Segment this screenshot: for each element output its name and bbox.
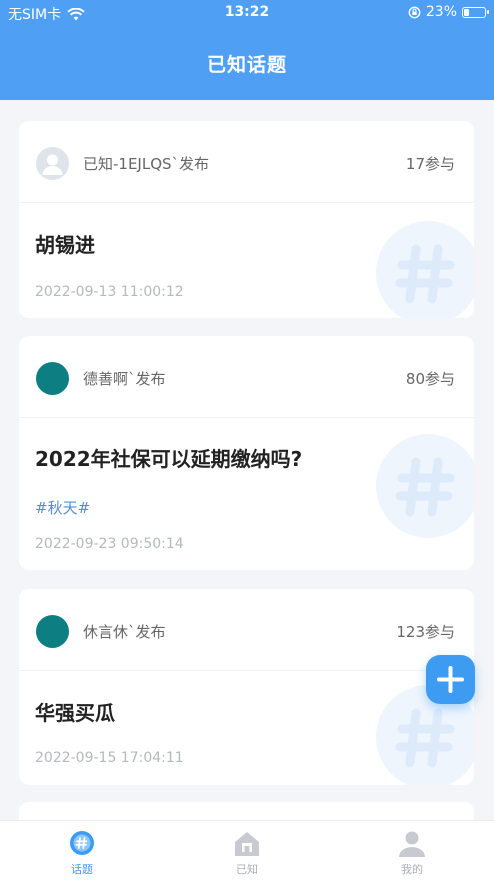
battery-percent: 23% [425, 4, 457, 20]
user-icon [399, 831, 425, 857]
tab-known[interactable]: 已知 [165, 821, 329, 880]
bottom-tab-bar: 话题 已知 我的 [0, 820, 494, 880]
tab-topics[interactable]: 话题 [0, 821, 164, 880]
tab-label: 已知 [236, 863, 258, 876]
battery-icon [462, 6, 489, 18]
topic-date: 2022-09-23 09:50:14 [35, 536, 184, 552]
participant-count: 123参与 [396, 623, 455, 641]
app-header: 无SIM卡 13:22 23% 已知话题 [0, 0, 494, 100]
participant-count: 17参与 [405, 155, 455, 173]
status-bar: 无SIM卡 13:22 23% [0, 0, 494, 26]
topic-hash-icon [70, 831, 94, 855]
add-topic-button[interactable] [426, 655, 475, 704]
avatar [36, 615, 69, 648]
topic-title[interactable]: 2022年社保可以延期缴纳吗? [35, 443, 302, 472]
topic-card[interactable]: 休言休`发布 123参与 华强买瓜 2022-09-15 17:04:11 [19, 589, 474, 785]
topic-date: 2022-09-15 17:04:11 [35, 750, 184, 766]
home-icon [235, 832, 259, 856]
topic-author: 休言休`发布 [83, 623, 166, 641]
topic-card[interactable]: 德善啊`发布 80参与 2022年社保可以延期缴纳吗? #秋天# 2022-09… [19, 336, 474, 570]
topic-card[interactable]: 已知-1EJLQS`发布 17参与 胡锡进 2022-09-13 11:00:1… [19, 121, 474, 318]
tab-label: 我的 [401, 863, 423, 876]
hash-watermark-icon [376, 434, 474, 538]
plus-icon [437, 666, 464, 693]
participant-count: 80参与 [405, 370, 455, 388]
topic-card-header: 已知-1EJLQS`发布 17参与 [19, 121, 474, 203]
topic-author: 德善啊`发布 [83, 370, 166, 388]
topic-title[interactable]: 胡锡进 [35, 229, 95, 258]
topic-card-header: 德善啊`发布 80参与 [19, 336, 474, 418]
avatar [36, 362, 69, 395]
tab-label: 话题 [71, 863, 93, 876]
topic-title[interactable]: 华强买瓜 [35, 697, 115, 726]
topic-author: 已知-1EJLQS`发布 [83, 155, 210, 173]
topic-card-header: 休言休`发布 123参与 [19, 589, 474, 671]
topic-date: 2022-09-13 11:00:12 [35, 284, 184, 300]
default-avatar-icon [36, 147, 69, 180]
orientation-lock-icon [408, 6, 421, 18]
topic-tag[interactable]: #秋天# [35, 497, 90, 518]
page-title: 已知话题 [206, 54, 287, 76]
tab-mine[interactable]: 我的 [330, 821, 494, 880]
hash-watermark-icon [376, 221, 474, 318]
